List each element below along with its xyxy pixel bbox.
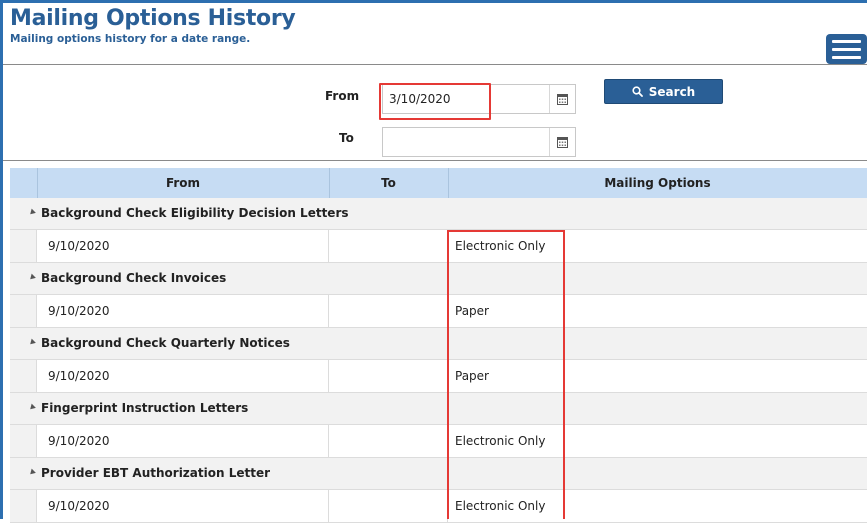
menu-bar bbox=[832, 40, 861, 43]
group-title: Fingerprint Instruction Letters bbox=[41, 401, 249, 415]
row-indent bbox=[10, 360, 37, 392]
hamburger-menu-icon[interactable] bbox=[826, 34, 867, 64]
column-header-to[interactable]: To bbox=[329, 168, 448, 198]
cell-to bbox=[329, 230, 448, 262]
collapse-triangle-icon[interactable] bbox=[28, 208, 36, 217]
menu-bar bbox=[832, 56, 861, 59]
table-row[interactable]: 9/10/2020 Electronic Only bbox=[10, 230, 867, 263]
to-label: To bbox=[339, 131, 354, 145]
search-button[interactable]: Search bbox=[604, 79, 723, 104]
search-button-label: Search bbox=[648, 84, 696, 99]
header-divider bbox=[3, 64, 867, 65]
group-title: Background Check Eligibility Decision Le… bbox=[41, 206, 349, 220]
group-row[interactable]: Fingerprint Instruction Letters bbox=[10, 393, 867, 425]
header-divider-line bbox=[448, 168, 449, 198]
menu-bar bbox=[832, 48, 861, 51]
cell-from: 9/10/2020 bbox=[37, 295, 329, 327]
collapse-triangle-icon[interactable] bbox=[28, 338, 36, 347]
group-row[interactable]: Background Check Quarterly Notices bbox=[10, 328, 867, 360]
group-title: Background Check Quarterly Notices bbox=[41, 336, 290, 350]
group-title: Background Check Invoices bbox=[41, 271, 227, 285]
collapse-triangle-icon[interactable] bbox=[28, 273, 36, 282]
mailing-options-highlight bbox=[447, 230, 565, 519]
header-divider-line bbox=[37, 168, 38, 198]
to-date-input[interactable] bbox=[389, 133, 549, 151]
group-row[interactable]: Background Check Invoices bbox=[10, 263, 867, 295]
column-header-mailing-options[interactable]: Mailing Options bbox=[448, 168, 867, 198]
cell-from: 9/10/2020 bbox=[37, 425, 329, 457]
calendar-icon[interactable] bbox=[549, 128, 575, 156]
table-row[interactable]: 9/10/2020 Electronic Only bbox=[10, 425, 867, 458]
row-indent bbox=[10, 425, 37, 457]
calendar-icon[interactable] bbox=[549, 85, 575, 113]
collapse-triangle-icon[interactable] bbox=[28, 468, 36, 477]
from-date-highlight bbox=[379, 83, 491, 120]
cell-from: 9/10/2020 bbox=[37, 360, 329, 392]
page-subtitle: Mailing options history for a date range… bbox=[10, 33, 251, 45]
table-row[interactable]: 9/10/2020 Electronic Only bbox=[10, 490, 867, 523]
group-row[interactable]: Background Check Eligibility Decision Le… bbox=[10, 198, 867, 230]
cell-to bbox=[329, 425, 448, 457]
cell-to bbox=[329, 295, 448, 327]
cell-to bbox=[329, 490, 448, 522]
cell-from: 9/10/2020 bbox=[37, 490, 329, 522]
row-indent bbox=[10, 490, 37, 522]
cell-to bbox=[329, 360, 448, 392]
group-title: Provider EBT Authorization Letter bbox=[41, 466, 271, 480]
row-indent bbox=[10, 230, 37, 262]
column-header-from[interactable]: From bbox=[37, 168, 329, 198]
page-title: Mailing Options History bbox=[10, 6, 296, 31]
group-row[interactable]: Provider EBT Authorization Letter bbox=[10, 458, 867, 490]
grid-header: From To Mailing Options bbox=[10, 168, 867, 199]
table-row[interactable]: 9/10/2020 Paper bbox=[10, 295, 867, 328]
header-divider-line bbox=[329, 168, 330, 198]
from-label: From bbox=[325, 89, 360, 103]
cell-from: 9/10/2020 bbox=[37, 230, 329, 262]
to-date-field[interactable] bbox=[382, 127, 576, 157]
filter-divider bbox=[3, 160, 867, 161]
search-icon bbox=[632, 86, 643, 97]
row-indent bbox=[10, 295, 37, 327]
collapse-triangle-icon[interactable] bbox=[28, 403, 36, 412]
table-row[interactable]: 9/10/2020 Paper bbox=[10, 360, 867, 393]
